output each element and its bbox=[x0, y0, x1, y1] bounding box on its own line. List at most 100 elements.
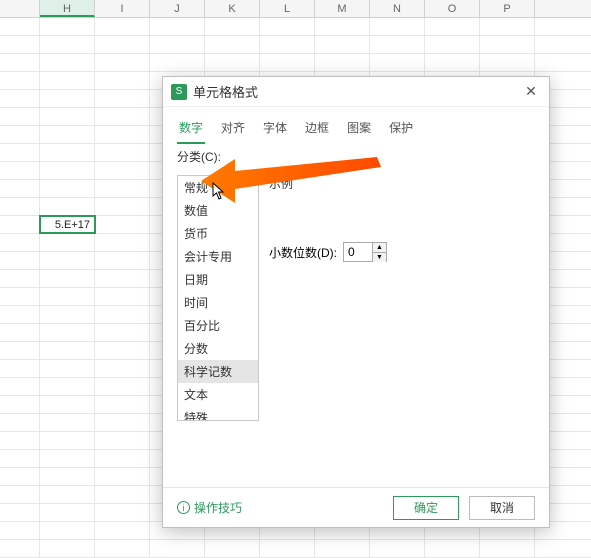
cell[interactable] bbox=[40, 252, 95, 269]
cell[interactable]: 5.E+17 bbox=[40, 216, 95, 233]
cell[interactable] bbox=[40, 360, 95, 377]
cell[interactable] bbox=[260, 36, 315, 53]
cell[interactable] bbox=[480, 540, 535, 557]
cell[interactable] bbox=[40, 108, 95, 125]
cell[interactable] bbox=[95, 414, 150, 431]
cell[interactable] bbox=[40, 18, 95, 35]
column-header[interactable]: L bbox=[260, 0, 315, 17]
cell[interactable] bbox=[95, 306, 150, 323]
cell[interactable] bbox=[40, 414, 95, 431]
cell[interactable] bbox=[40, 306, 95, 323]
cell[interactable] bbox=[95, 216, 150, 233]
column-header[interactable]: H bbox=[40, 0, 95, 17]
close-icon[interactable]: ✕ bbox=[521, 83, 541, 100]
cell[interactable] bbox=[370, 540, 425, 557]
tab-保护[interactable]: 保护 bbox=[387, 115, 415, 144]
cell[interactable] bbox=[40, 432, 95, 449]
cell[interactable] bbox=[95, 324, 150, 341]
cell[interactable] bbox=[205, 540, 260, 557]
cell[interactable] bbox=[95, 378, 150, 395]
column-header[interactable]: K bbox=[205, 0, 260, 17]
cell[interactable] bbox=[40, 36, 95, 53]
category-item[interactable]: 货币 bbox=[178, 222, 258, 245]
cell[interactable] bbox=[95, 252, 150, 269]
cell[interactable] bbox=[370, 36, 425, 53]
cell[interactable] bbox=[40, 198, 95, 215]
cell[interactable] bbox=[40, 450, 95, 467]
cell[interactable] bbox=[40, 162, 95, 179]
column-header[interactable]: J bbox=[150, 0, 205, 17]
cell[interactable] bbox=[95, 90, 150, 107]
column-header[interactable]: M bbox=[315, 0, 370, 17]
cell[interactable] bbox=[315, 36, 370, 53]
cell[interactable] bbox=[205, 54, 260, 71]
cell[interactable] bbox=[260, 54, 315, 71]
spin-up-icon[interactable]: ▲ bbox=[373, 243, 386, 253]
category-item[interactable]: 分数 bbox=[178, 337, 258, 360]
cell[interactable] bbox=[480, 18, 535, 35]
category-item[interactable]: 会计专用 bbox=[178, 245, 258, 268]
cell[interactable] bbox=[95, 342, 150, 359]
cell[interactable] bbox=[150, 540, 205, 557]
cell[interactable] bbox=[40, 234, 95, 251]
cell[interactable] bbox=[95, 270, 150, 287]
column-header[interactable]: N bbox=[370, 0, 425, 17]
cell[interactable] bbox=[95, 54, 150, 71]
cell[interactable] bbox=[95, 468, 150, 485]
cell[interactable] bbox=[40, 270, 95, 287]
cell[interactable] bbox=[40, 396, 95, 413]
cell[interactable] bbox=[95, 198, 150, 215]
cell[interactable] bbox=[260, 18, 315, 35]
cell[interactable] bbox=[150, 54, 205, 71]
spin-down-icon[interactable]: ▼ bbox=[373, 253, 386, 262]
cell[interactable] bbox=[95, 108, 150, 125]
cell[interactable] bbox=[95, 180, 150, 197]
decimals-spinner[interactable]: ▲ ▼ bbox=[343, 242, 387, 262]
cell[interactable] bbox=[95, 540, 150, 557]
cell[interactable] bbox=[425, 18, 480, 35]
ok-button[interactable]: 确定 bbox=[393, 496, 459, 520]
cell[interactable] bbox=[40, 54, 95, 71]
category-item[interactable]: 文本 bbox=[178, 383, 258, 406]
category-item[interactable]: 数值 bbox=[178, 199, 258, 222]
cell[interactable] bbox=[95, 486, 150, 503]
cell[interactable] bbox=[260, 540, 315, 557]
tab-边框[interactable]: 边框 bbox=[303, 115, 331, 144]
category-item[interactable]: 百分比 bbox=[178, 314, 258, 337]
column-header[interactable]: P bbox=[480, 0, 535, 17]
cell[interactable] bbox=[425, 36, 480, 53]
cell[interactable] bbox=[40, 540, 95, 557]
category-item[interactable]: 科学记数 bbox=[178, 360, 258, 383]
cell[interactable] bbox=[95, 18, 150, 35]
tab-对齐[interactable]: 对齐 bbox=[219, 115, 247, 144]
cell[interactable] bbox=[95, 432, 150, 449]
cell[interactable] bbox=[40, 504, 95, 521]
cell[interactable] bbox=[40, 72, 95, 89]
tab-数字[interactable]: 数字 bbox=[177, 115, 205, 144]
cell[interactable] bbox=[95, 144, 150, 161]
cell[interactable] bbox=[425, 540, 480, 557]
cell[interactable] bbox=[205, 18, 260, 35]
category-list[interactable]: 常规数值货币会计专用日期时间百分比分数科学记数文本特殊自定义 bbox=[177, 175, 259, 421]
decimals-input[interactable] bbox=[344, 243, 372, 261]
tips-link[interactable]: i 操作技巧 bbox=[177, 499, 242, 516]
cell[interactable] bbox=[40, 126, 95, 143]
cell[interactable] bbox=[315, 18, 370, 35]
cell[interactable] bbox=[95, 522, 150, 539]
cell[interactable] bbox=[370, 54, 425, 71]
cell[interactable] bbox=[425, 54, 480, 71]
cell[interactable] bbox=[370, 18, 425, 35]
cell[interactable] bbox=[95, 360, 150, 377]
cell[interactable] bbox=[315, 54, 370, 71]
cell[interactable] bbox=[40, 486, 95, 503]
cell[interactable] bbox=[40, 144, 95, 161]
cell[interactable] bbox=[95, 162, 150, 179]
category-item[interactable]: 常规 bbox=[178, 176, 258, 199]
category-item[interactable]: 时间 bbox=[178, 291, 258, 314]
cell[interactable] bbox=[150, 36, 205, 53]
cell[interactable] bbox=[95, 234, 150, 251]
cell[interactable] bbox=[205, 36, 260, 53]
cell[interactable] bbox=[40, 288, 95, 305]
cell[interactable] bbox=[150, 18, 205, 35]
cell[interactable] bbox=[40, 378, 95, 395]
